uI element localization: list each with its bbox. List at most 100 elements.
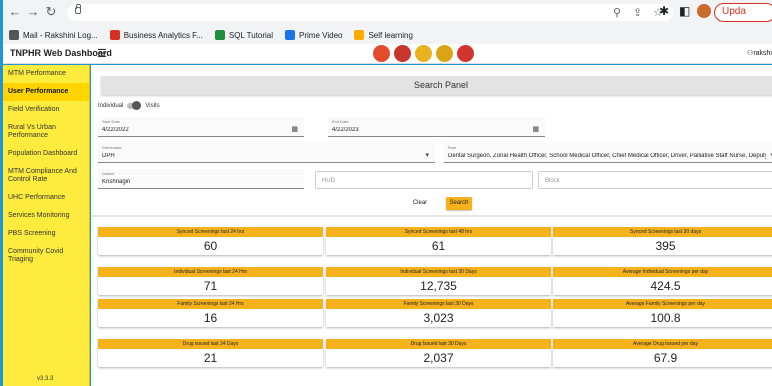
stat-card-title: Drug Issued last 30 Days xyxy=(326,339,551,349)
bookmark-icon xyxy=(109,30,120,40)
stat-card-title: Synced Screenings last 24 hrs xyxy=(98,227,323,237)
sidebar-item[interactable]: Community Covid Triaging xyxy=(3,243,89,269)
sidebar-item[interactable]: Rural Vs Urban Performance xyxy=(3,119,89,145)
dept-logo xyxy=(457,45,474,62)
nhm-logo xyxy=(394,45,411,62)
tn-logo xyxy=(373,45,390,62)
sidebar-item[interactable]: Services Monitoring xyxy=(3,207,89,225)
back-icon[interactable]: ← xyxy=(7,4,23,20)
bookmark-item[interactable]: Prime Video xyxy=(285,30,342,40)
divider xyxy=(91,215,772,217)
end-date-label: End Date xyxy=(332,119,349,124)
start-date-value: 4/22/2022 xyxy=(102,127,129,133)
directorate-select[interactable]: Directorate DPH ▾ xyxy=(98,143,435,163)
extensions-icon[interactable]: ✱ xyxy=(659,4,669,18)
bookmark-label: SQL Tutorial xyxy=(228,30,274,40)
stat-card-value: 2,037 xyxy=(423,351,454,365)
sidebar-item[interactable]: UHC Performance xyxy=(3,189,89,207)
sidebar-item[interactable]: MTM Compliance And Control Rate xyxy=(3,163,89,189)
sidepanel-icon[interactable]: ◧ xyxy=(679,4,690,18)
sidebar-item[interactable]: PBS Screening xyxy=(3,225,89,243)
search-panel-title: Search Panel xyxy=(101,76,772,95)
district-select[interactable]: District Krishnagiri xyxy=(98,169,304,189)
browser-chrome: ← → ↻ ⚲ ⇪ ☆ ✱ ◧ Upda Mail - Rakshini Log… xyxy=(3,0,772,44)
bookmark-icon xyxy=(214,30,225,40)
stat-card-value: 395 xyxy=(655,239,676,253)
stat-card-value: 71 xyxy=(203,279,218,293)
bookmark-label: Mail - Rakshini Log... xyxy=(23,30,98,40)
stat-card: Drug issued last 24 Days 21 xyxy=(98,339,323,367)
stat-card: Synced Screenings last 24 hrs 60 xyxy=(98,227,323,255)
sidebar-item[interactable]: User Performance xyxy=(3,83,89,101)
stat-card-value: 61 xyxy=(431,239,446,253)
bookmark-item[interactable]: Self learning xyxy=(354,30,413,40)
stat-card-title: Drug issued last 24 Days xyxy=(98,339,323,349)
reload-icon[interactable]: ↻ xyxy=(43,4,59,20)
role-select[interactable]: Role Dental Surgeon, Zonal Health Office… xyxy=(444,143,772,163)
bookmark-item[interactable]: Business Analytics F... xyxy=(109,30,203,40)
browser-toolbar: ← → ↻ ⚲ ⇪ ☆ ✱ ◧ Upda xyxy=(3,0,772,26)
individual-visits-toggle[interactable]: Individual Visits xyxy=(98,101,160,110)
start-date-label: Start Date xyxy=(102,119,121,124)
directorate-label: Directorate xyxy=(102,145,122,150)
role-label: Role xyxy=(448,145,457,150)
menu-icon[interactable]: ☰ xyxy=(97,47,107,60)
app-header: TNPHR Web Dashboard ☰ ⚇rakshi xyxy=(3,44,772,64)
sidebar-item[interactable]: Field Verification xyxy=(3,101,89,119)
bookmarks-bar: Mail - Rakshini Log... Business Analytics… xyxy=(3,26,772,44)
start-date-field[interactable]: Start Date 4/22/2022 ▦ xyxy=(98,117,304,137)
stat-card: Average Drug Issued per day 67.9 xyxy=(553,339,772,367)
calendar-icon[interactable]: ▦ xyxy=(532,125,539,133)
clear-button[interactable]: Clear xyxy=(409,197,431,210)
user-menu[interactable]: ⚇rakshi xyxy=(747,49,772,57)
emblem-logo xyxy=(415,45,432,62)
sidebar-nav: MTM Performance User Performance Field Ver… xyxy=(3,65,89,269)
stat-card-value: 67.9 xyxy=(653,351,678,365)
role-value: Dental Surgeon, Zonal Health Officer, Sc… xyxy=(448,153,766,159)
stat-card: Family Screenings last 24 Hrs 16 xyxy=(98,299,323,327)
stat-card-title: Synced Screenings last 48 hrs xyxy=(326,227,551,237)
stat-card-title: Average Individual Screenings per day xyxy=(553,267,772,277)
district-value: Krishnagiri xyxy=(102,179,131,185)
stat-card: Individual Screenings last 24 Hrs 71 xyxy=(98,267,323,295)
app-version: v3.3.3 xyxy=(37,376,54,382)
stat-card-value: 21 xyxy=(203,351,218,365)
chevron-down-icon[interactable]: ▾ xyxy=(425,151,429,159)
bookmark-label: Business Analytics F... xyxy=(123,30,203,40)
bookmark-icon xyxy=(354,30,365,40)
bookmark-item[interactable]: Mail - Rakshini Log... xyxy=(9,30,98,40)
forward-icon[interactable]: → xyxy=(25,4,41,20)
zoom-icon[interactable]: ⚲ xyxy=(613,6,621,19)
address-bar[interactable]: ⚲ ⇪ ☆ xyxy=(67,4,673,21)
end-date-field[interactable]: End Date 4/22/2023 ▦ xyxy=(328,117,545,137)
stat-card: Individual Screenings last 30 Days 12,735 xyxy=(326,267,551,295)
end-date-value: 4/22/2023 xyxy=(332,127,359,133)
stat-card: Average Family Screenings per day 100.8 xyxy=(553,299,772,327)
header-logos xyxy=(373,45,474,62)
user-name: rakshi xyxy=(753,50,772,57)
health-logo xyxy=(436,45,453,62)
calendar-icon[interactable]: ▦ xyxy=(291,125,298,133)
lock-icon xyxy=(75,4,81,14)
hud-select[interactable]: HUD xyxy=(315,171,533,189)
search-button[interactable]: Search xyxy=(446,197,472,210)
stat-card-value: 12,735 xyxy=(420,279,457,293)
stat-card-title: Individual Screenings last 24 Hrs xyxy=(98,267,323,277)
stat-card: Synced Screenings last 30 days 395 xyxy=(553,227,772,255)
update-button[interactable]: Upda xyxy=(714,3,772,22)
sidebar-item[interactable]: Population Dashboard xyxy=(3,145,89,163)
sidebar-item[interactable]: MTM Performance xyxy=(3,65,89,83)
bookmark-icon xyxy=(9,30,19,40)
toggle-switch[interactable] xyxy=(127,101,142,110)
directorate-value: DPH xyxy=(102,153,115,159)
block-select[interactable]: Block xyxy=(538,171,772,189)
stat-card-title: Average Drug Issued per day xyxy=(553,339,772,349)
bookmark-icon xyxy=(285,30,296,40)
profile-avatar[interactable] xyxy=(697,4,711,18)
share-icon[interactable]: ⇪ xyxy=(633,6,642,19)
stat-card: Average Individual Screenings per day 424… xyxy=(553,267,772,295)
bookmark-label: Prime Video xyxy=(299,30,343,40)
stat-card-value: 100.8 xyxy=(650,311,681,325)
bookmark-item[interactable]: SQL Tutorial xyxy=(214,30,274,40)
stat-card-title: Synced Screenings last 30 days xyxy=(553,227,772,237)
